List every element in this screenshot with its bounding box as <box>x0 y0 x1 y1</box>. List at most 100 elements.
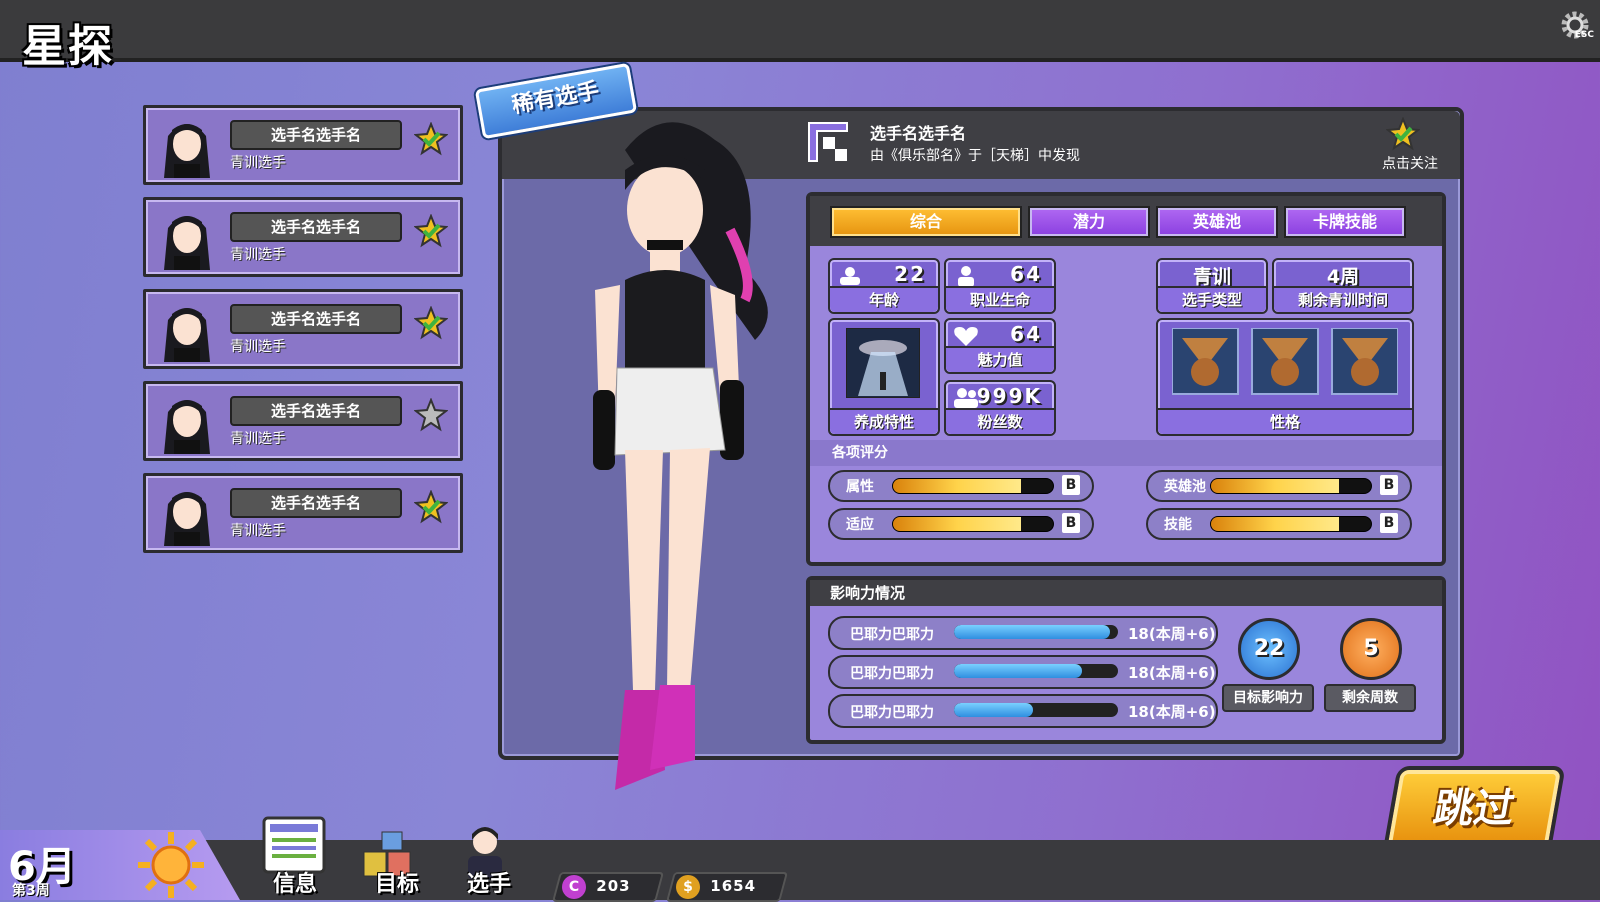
player-name: 选手名选手名 <box>870 124 967 143</box>
scout-name: 选手名选手名 <box>230 488 402 518</box>
nav-players-label: 选手 <box>466 872 511 897</box>
influence-row: 巴耶力巴耶力 18(本周+6) <box>828 616 1218 650</box>
remaining-weeks-circle: 5 <box>1340 618 1402 680</box>
currency-c: C 203 <box>551 872 665 902</box>
scout-card[interactable]: 选手名选手名青训选手 <box>143 381 463 461</box>
currency-gold: $ 1654 <box>665 872 789 902</box>
player-type-label: 选手类型 <box>1158 286 1266 312</box>
tab-overview[interactable]: 综合 <box>830 206 1022 238</box>
currency-c-value: 203 <box>596 877 631 895</box>
nav-info[interactable]: 信息 <box>260 816 330 900</box>
influence-box: 影响力情况 巴耶力巴耶力 18(本周+6) 巴耶力巴耶力 18(本周+6) 巴耶力巴耶力… <box>806 576 1446 744</box>
heart-icon <box>954 327 978 346</box>
bottom-bar <box>0 840 1600 900</box>
influence-name: 巴耶力巴耶力 <box>850 627 934 643</box>
target-influence-label: 目标影响力 <box>1222 684 1314 712</box>
tab-bar: 综合 潜力 英雄池 卡牌技能 <box>810 196 1442 246</box>
rating-fill <box>1211 517 1339 531</box>
influence-row: 巴耶力巴耶力 18(本周+6) <box>828 655 1218 689</box>
career-value: 64 <box>1010 262 1042 286</box>
scout-type: 青训选手 <box>230 155 286 171</box>
training-time-value: 4周 <box>1326 266 1360 288</box>
fans-value: 999K <box>976 384 1042 408</box>
influence-value: 18(本周+6) <box>1128 664 1216 682</box>
stats-box: 综合 潜力 英雄池 卡牌技能 22 年龄 64 职业生命 青训 选手类型 4周 … <box>806 192 1446 566</box>
ufo-trait-icon <box>846 328 920 398</box>
influence-row: 巴耶力巴耶力 18(本周+6) <box>828 694 1218 728</box>
rating-grade: B <box>1062 513 1080 533</box>
scout-name: 选手名选手名 <box>230 304 402 334</box>
follow-star-icon[interactable] <box>1386 117 1420 151</box>
followed-star-icon[interactable] <box>414 214 448 248</box>
week-label: 第3周 <box>12 883 50 899</box>
dollar-coin-icon: $ <box>676 875 700 899</box>
influence-fill <box>954 664 1082 678</box>
player-type-value: 青训 <box>1192 266 1231 288</box>
rating-row: 技能 B <box>1146 508 1412 540</box>
personality-label: 性格 <box>1158 408 1412 434</box>
rating-label: 适应 <box>846 517 874 533</box>
scout-type: 青训选手 <box>230 247 286 263</box>
scout-card[interactable]: 选手名选手名青训选手 <box>143 289 463 369</box>
follow-label[interactable]: 点击关注 <box>1382 153 1438 173</box>
tab-card-skills[interactable]: 卡牌技能 <box>1284 206 1406 238</box>
followed-star-icon[interactable] <box>414 490 448 524</box>
unfollowed-star-icon[interactable] <box>414 398 448 432</box>
career-tile: 64 职业生命 <box>944 258 1056 314</box>
scout-card[interactable]: 选手名选手名青训选手 <box>143 197 463 277</box>
influence-title: 影响力情况 <box>810 580 1442 606</box>
influence-name: 巴耶力巴耶力 <box>850 705 934 721</box>
influence-value: 18(本周+6) <box>1128 703 1216 721</box>
page-title: 星探 <box>22 21 114 72</box>
scout-name: 选手名选手名 <box>230 396 402 426</box>
age-label: 年龄 <box>830 286 938 312</box>
rating-fill <box>1211 479 1339 493</box>
influence-value: 18(本周+6) <box>1128 625 1216 643</box>
influence-bar <box>954 625 1118 639</box>
career-label: 职业生命 <box>946 286 1054 312</box>
scout-type: 青训选手 <box>230 339 286 355</box>
age-value: 22 <box>894 262 926 286</box>
scout-avatar <box>164 308 210 362</box>
training-time-label: 剩余青训时间 <box>1274 286 1412 312</box>
tab-potential[interactable]: 潜力 <box>1028 206 1150 238</box>
club-logo-icon <box>808 122 848 162</box>
scout-card[interactable]: 选手名选手名 青训选手 <box>143 473 463 553</box>
scout-list: 选手名选手名 青训选手 选手名选手名 青训选手 选手名选手名 青训选手 选手名选手名 青训选手… <box>143 105 463 565</box>
target-influence-circle: 22 <box>1238 618 1300 680</box>
charm-tile: 64 魅力值 <box>944 318 1056 374</box>
fans-tile: 999K 粉丝数 <box>944 380 1056 436</box>
player-origin: 由《俱乐部名》于［天梯］中发现 <box>870 148 1080 164</box>
rating-bar <box>892 478 1054 494</box>
nav-goal[interactable]: 目标 <box>360 816 434 900</box>
training-time-tile: 4周 剩余青训时间 <box>1272 258 1414 314</box>
rating-row: 属性 B <box>828 470 1094 502</box>
influence-fill <box>954 703 1033 717</box>
personality-tile[interactable]: 性格 <box>1156 318 1414 436</box>
charm-value: 64 <box>1010 322 1042 346</box>
trait-tile[interactable]: 养成特性 <box>828 318 940 436</box>
influence-fill <box>954 625 1110 639</box>
scout-card[interactable]: 选手名选手名 青训选手 <box>143 105 463 185</box>
tab-hero-pool[interactable]: 英雄池 <box>1156 206 1278 238</box>
muscle-icon <box>840 267 860 285</box>
influence-bar <box>954 703 1118 717</box>
scout-avatar <box>164 492 210 546</box>
ratings-title: 各项评分 <box>810 440 1442 466</box>
scout-type: 青训选手 <box>230 431 286 447</box>
remaining-weeks-label: 剩余周数 <box>1324 684 1416 712</box>
scout-avatar <box>164 216 210 270</box>
fans-label: 粉丝数 <box>946 408 1054 434</box>
player-type-tile: 青训 选手类型 <box>1156 258 1268 314</box>
rating-grade: B <box>1062 475 1080 495</box>
scout-avatar <box>164 124 210 178</box>
nav-goal-label: 目标 <box>374 872 419 897</box>
sun-weather-icon <box>138 832 204 898</box>
currency-gold-value: 1654 <box>710 877 757 895</box>
rating-row: 适应 B <box>828 508 1094 540</box>
nav-players[interactable]: 选手 <box>452 816 526 900</box>
scout-name: 选手名选手名 <box>230 212 402 242</box>
followed-star-icon[interactable] <box>414 306 448 340</box>
person-icon <box>958 266 974 287</box>
followed-star-icon[interactable] <box>414 122 448 156</box>
